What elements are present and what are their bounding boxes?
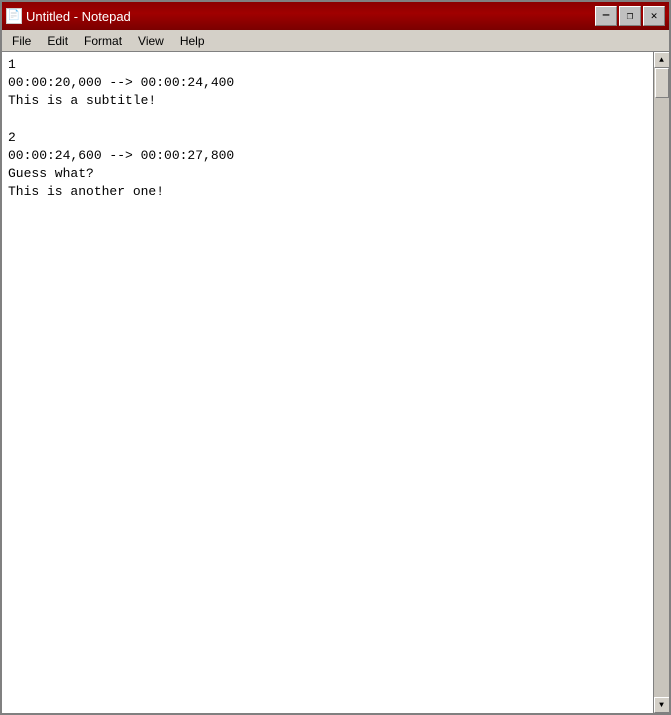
scroll-down-button[interactable]: ▼ [654, 697, 670, 713]
title-bar: 📄 Untitled - Notepad — ❐ ✕ [2, 2, 669, 30]
notepad-window: 📄 Untitled - Notepad — ❐ ✕ File Edit For… [0, 0, 671, 715]
text-editor[interactable]: 1 00:00:20,000 --> 00:00:24,400 This is … [2, 52, 653, 713]
scrollbar-thumb[interactable] [655, 68, 669, 98]
menu-help[interactable]: Help [172, 30, 213, 51]
menu-bar: File Edit Format View Help [2, 30, 669, 52]
restore-button[interactable]: ❐ [619, 6, 641, 26]
scrollbar-track[interactable] [654, 68, 670, 697]
title-bar-buttons: — ❐ ✕ [595, 6, 665, 26]
scrollbar: ▲ ▼ [653, 52, 669, 713]
app-icon: 📄 [6, 8, 22, 24]
menu-view[interactable]: View [130, 30, 172, 51]
title-bar-left: 📄 Untitled - Notepad [6, 8, 131, 24]
close-button[interactable]: ✕ [643, 6, 665, 26]
menu-file[interactable]: File [4, 30, 39, 51]
menu-format[interactable]: Format [76, 30, 130, 51]
window-title: Untitled - Notepad [26, 9, 131, 24]
minimize-button[interactable]: — [595, 6, 617, 26]
menu-edit[interactable]: Edit [39, 30, 76, 51]
scroll-up-button[interactable]: ▲ [654, 52, 670, 68]
editor-area: 1 00:00:20,000 --> 00:00:24,400 This is … [2, 52, 669, 713]
